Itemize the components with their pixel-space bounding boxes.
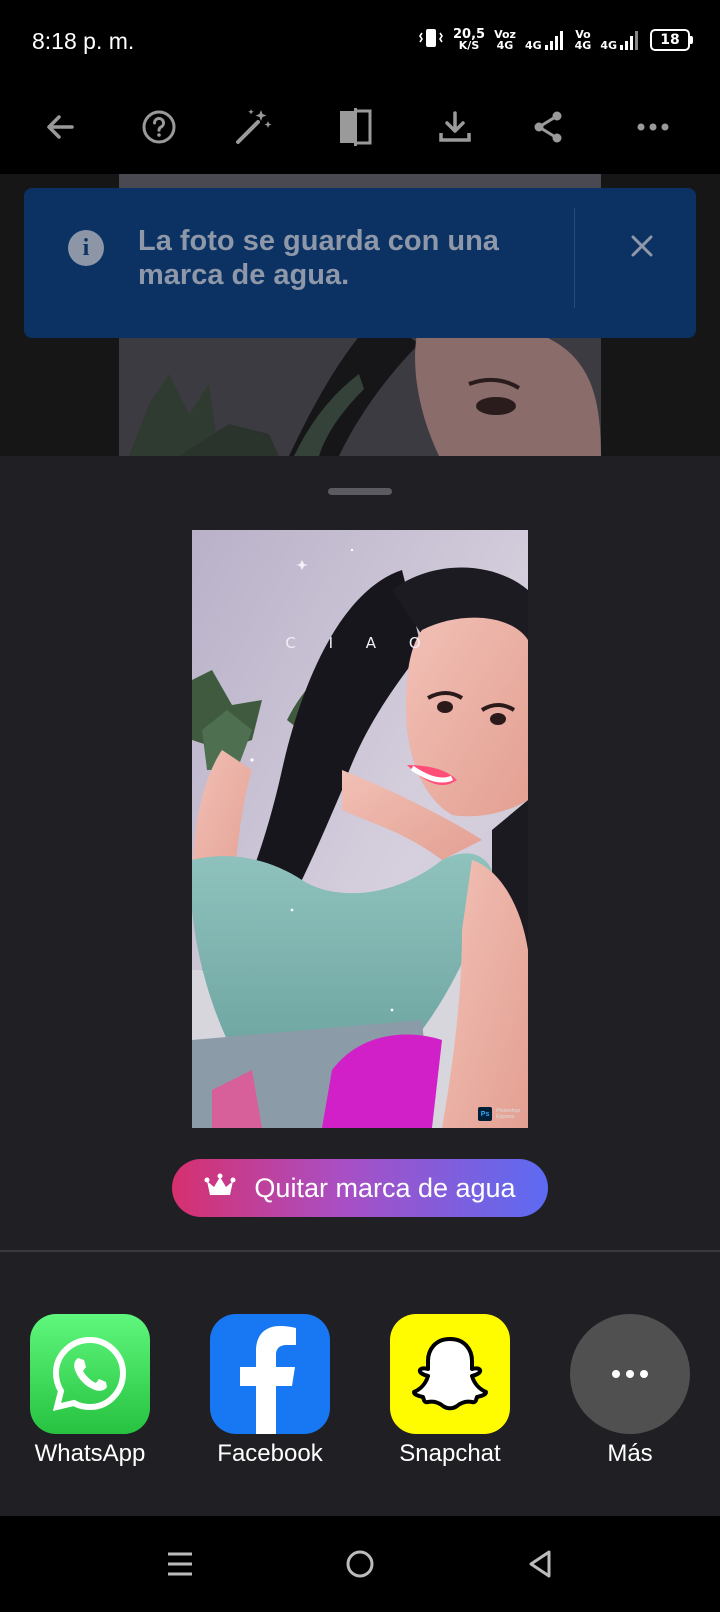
- photoshop-logo-icon: Ps: [478, 1107, 493, 1121]
- watermark: Ps Photoshop Express: [478, 1107, 520, 1121]
- remove-watermark-button[interactable]: Quitar marca de agua: [172, 1159, 548, 1217]
- sim1-network-type: 4G: [524, 39, 542, 52]
- crown-icon: [204, 1173, 236, 1204]
- share-more-label: Más: [607, 1440, 653, 1467]
- banner-divider: [574, 208, 575, 308]
- remove-watermark-label: Quitar marca de agua: [254, 1172, 516, 1203]
- vibrate-icon: [418, 27, 444, 54]
- photo-preview: C I A O Ps Photoshop Express: [192, 530, 528, 1128]
- share-snapchat[interactable]: Snapchat: [375, 1314, 525, 1468]
- share-bottom-sheet: C I A O Ps Photoshop Express Quitar marc…: [0, 456, 720, 1516]
- facebook-icon: [210, 1314, 330, 1434]
- close-icon[interactable]: [622, 226, 662, 266]
- share-whatsapp-label: WhatsApp: [34, 1440, 146, 1467]
- menu-icon[interactable]: [156, 1540, 204, 1588]
- signal-icon: [544, 31, 563, 50]
- status-indicators: 20,5 K/S Voz 4G 4G Vo 4G 4G 18: [418, 24, 693, 56]
- whatsapp-icon: [30, 1314, 150, 1434]
- sim2-volte: Vo 4G: [575, 29, 592, 51]
- photo-overlay-text: C I A O: [285, 634, 435, 652]
- watermark-info-banner: i La foto se guarda con una marca de agu…: [24, 188, 696, 338]
- battery-level: 18: [660, 32, 680, 48]
- banner-message: La foto se guarda con una marca de agua.: [138, 225, 499, 291]
- snapchat-icon: [390, 1314, 510, 1434]
- battery-indicator: 18: [650, 29, 693, 51]
- system-nav-bar: [0, 1516, 720, 1612]
- share-whatsapp[interactable]: WhatsApp: [15, 1314, 165, 1468]
- share-more[interactable]: Más: [555, 1314, 705, 1468]
- sim1-volte-bottom: 4G: [496, 39, 514, 52]
- signal-icon: [620, 31, 638, 50]
- share-facebook-label: Facebook: [217, 1440, 323, 1467]
- sim2-volte-bottom: 4G: [574, 39, 592, 52]
- sim2-signal: 4G: [600, 29, 641, 51]
- sheet-divider: [0, 1250, 720, 1252]
- sheet-drag-handle[interactable]: [328, 488, 392, 495]
- home-icon[interactable]: [336, 1540, 384, 1588]
- watermark-line2: Express: [496, 1114, 515, 1120]
- more-icon: [570, 1314, 690, 1434]
- network-speed: 20,5 K/S: [453, 28, 485, 51]
- sim1-volte: Voz 4G: [494, 29, 516, 51]
- share-icon[interactable]: [525, 104, 571, 150]
- editor-toolbar: [0, 82, 720, 174]
- compare-icon[interactable]: [332, 104, 378, 150]
- download-icon[interactable]: [432, 104, 478, 150]
- share-facebook[interactable]: Facebook: [195, 1314, 345, 1468]
- sim1-signal: 4G: [525, 29, 566, 51]
- more-icon[interactable]: [630, 104, 676, 150]
- share-snapchat-label: Snapchat: [399, 1440, 501, 1467]
- info-icon: i: [68, 230, 104, 266]
- photo-image: [192, 530, 528, 1128]
- back-arrow-icon[interactable]: [37, 104, 83, 150]
- sim2-network-type: 4G: [600, 39, 617, 52]
- help-icon[interactable]: [136, 104, 182, 150]
- magic-wand-icon[interactable]: [230, 104, 276, 150]
- status-bar: 8:18 p. m. 20,5 K/S Voz 4G 4G Vo 4G 4G 1…: [0, 0, 720, 82]
- back-triangle-icon[interactable]: [516, 1540, 564, 1588]
- status-time: 8:18 p. m.: [32, 28, 135, 54]
